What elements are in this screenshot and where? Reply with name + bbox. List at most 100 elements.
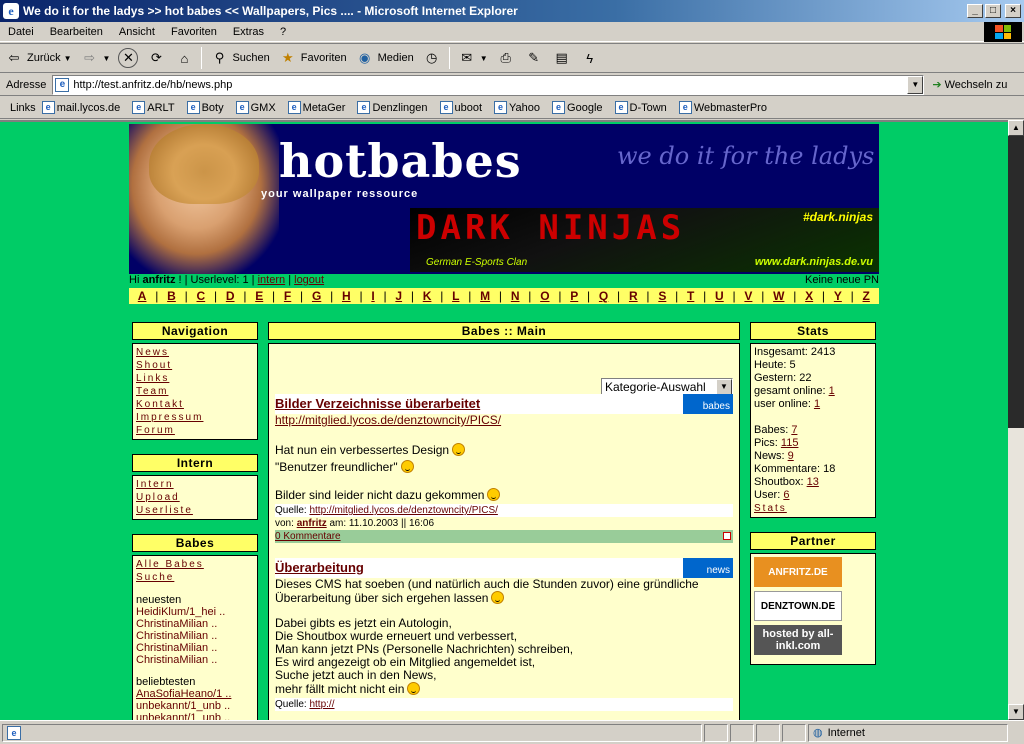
babes-search[interactable]: Suche — [136, 571, 254, 584]
nav-kontakt[interactable]: Kontakt — [136, 398, 254, 411]
alphabet-letter-q[interactable]: Q — [599, 289, 608, 303]
minimize-button[interactable]: _ — [967, 4, 983, 18]
alphabet-letter-z[interactable]: Z — [863, 289, 870, 303]
nav-impressum[interactable]: Impressum — [136, 411, 254, 424]
newest-item[interactable]: ChristinaMilian .. — [136, 630, 254, 642]
alphabet-letter-m[interactable]: M — [480, 289, 490, 303]
news-link[interactable]: http://mitglied.lycos.de/denztowncity/PI… — [275, 413, 501, 427]
intern-intern[interactable]: Intern — [136, 478, 254, 491]
scroll-down-button[interactable]: ▼ — [1008, 704, 1024, 720]
intern-userliste[interactable]: Userliste — [136, 504, 254, 517]
alphabet-letter-g[interactable]: G — [312, 289, 321, 303]
news-title[interactable]: Bilder Verzeichnisse überarbeitet — [275, 394, 733, 414]
forward-button[interactable]: ⇨ ▼ — [76, 45, 115, 71]
menu-datei[interactable]: Datei — [0, 26, 42, 38]
print-button[interactable]: ⎙ — [492, 45, 520, 71]
link-metager[interactable]: e MetaGer — [287, 101, 345, 114]
address-input[interactable]: e http://test.anfritz.de/hb/news.php ▼ — [52, 74, 925, 95]
alphabet-letter-u[interactable]: U — [715, 289, 724, 303]
newest-item[interactable]: ChristinaMilian .. — [136, 618, 254, 630]
go-button[interactable]: ➔ Wechseln zu — [932, 78, 1007, 92]
popular-item[interactable]: unbekannt/1_unb .. — [136, 700, 254, 712]
alphabet-letter-i[interactable]: I — [371, 289, 374, 303]
intern-link[interactable]: intern — [258, 274, 286, 286]
link-mail-lycos[interactable]: e mail.lycos.de — [41, 101, 120, 114]
close-button[interactable]: × — [1005, 4, 1021, 18]
partner-allinkl-banner[interactable]: hosted by all-inkl.com — [754, 625, 842, 655]
menu-extras[interactable]: Extras — [225, 26, 272, 38]
menu-bearbeiten[interactable]: Bearbeiten — [42, 26, 111, 38]
babes-all[interactable]: Alle Babes — [136, 558, 254, 571]
nav-news[interactable]: News — [136, 346, 254, 359]
nav-shout[interactable]: Shout — [136, 359, 254, 372]
mail-button[interactable]: ✉ ▼ — [453, 45, 492, 71]
link-webmasterpro[interactable]: e WebmasterPro — [678, 101, 767, 114]
newest-item[interactable]: HeidiKlum/1_hei .. — [136, 606, 254, 618]
link-yahoo[interactable]: e Yahoo — [494, 101, 540, 114]
alphabet-letter-x[interactable]: X — [805, 289, 813, 303]
nav-links[interactable]: Links — [136, 372, 254, 385]
address-dropdown-button[interactable]: ▼ — [907, 75, 924, 94]
alphabet-letter-p[interactable]: P — [570, 289, 578, 303]
menu-help[interactable]: ? — [272, 26, 294, 38]
scroll-thumb[interactable] — [1008, 136, 1024, 428]
home-button[interactable]: ⌂ — [170, 45, 198, 71]
link-dtown[interactable]: e D-Town — [614, 101, 667, 114]
delete-icon[interactable] — [723, 532, 731, 540]
stop-button[interactable]: ✕ — [114, 45, 142, 71]
alphabet-letter-h[interactable]: H — [342, 289, 351, 303]
scroll-up-button[interactable]: ▲ — [1008, 120, 1024, 136]
search-button[interactable]: ⚲ Suchen — [205, 45, 273, 71]
stat-user-online-link[interactable]: 1 — [814, 398, 820, 410]
link-google[interactable]: e Google — [552, 101, 603, 114]
alphabet-letter-c[interactable]: C — [197, 289, 206, 303]
stat-user-link[interactable]: 6 — [783, 489, 789, 501]
discuss-button[interactable]: ▤ — [548, 45, 576, 71]
stat-pics-link[interactable]: 115 — [781, 437, 799, 449]
intern-upload[interactable]: Upload — [136, 491, 254, 504]
stats-link[interactable]: Stats — [754, 502, 872, 515]
source-link[interactable]: http://mitglied.lycos.de/denztowncity/PI… — [309, 505, 497, 516]
alphabet-letter-y[interactable]: Y — [834, 289, 842, 303]
alphabet-letter-t[interactable]: T — [687, 289, 694, 303]
alphabet-letter-j[interactable]: J — [395, 289, 402, 303]
nav-forum[interactable]: Forum — [136, 424, 254, 437]
stat-online-link[interactable]: 1 — [829, 385, 835, 397]
messenger-button[interactable]: ϟ — [576, 45, 604, 71]
media-button[interactable]: ◉ Medien — [351, 45, 418, 71]
alphabet-letter-e[interactable]: E — [255, 289, 263, 303]
partner-anfritz-banner[interactable]: ANFRITZ.DE — [754, 557, 842, 587]
maximize-button[interactable]: □ — [985, 4, 1001, 18]
menu-favoriten[interactable]: Favoriten — [163, 26, 225, 38]
newest-item[interactable]: ChristinaMilian .. — [136, 642, 254, 654]
alphabet-letter-f[interactable]: F — [284, 289, 291, 303]
link-denzlingen[interactable]: e Denzlingen — [357, 101, 428, 114]
alphabet-letter-o[interactable]: O — [540, 289, 549, 303]
stat-shoutbox-link[interactable]: 13 — [807, 476, 819, 488]
logout-link[interactable]: logout — [294, 274, 324, 286]
alphabet-letter-a[interactable]: A — [138, 289, 147, 303]
refresh-button[interactable]: ⟳ — [142, 45, 170, 71]
nav-team[interactable]: Team — [136, 385, 254, 398]
link-uboot[interactable]: e uboot — [439, 101, 482, 114]
link-boty[interactable]: e Boty — [186, 101, 224, 114]
popular-item[interactable]: unbekannt/1_unb .. — [136, 712, 254, 720]
source-link[interactable]: http:// — [309, 699, 334, 710]
newest-item[interactable]: ChristinaMilian .. — [136, 654, 254, 666]
menu-ansicht[interactable]: Ansicht — [111, 26, 163, 38]
alphabet-letter-l[interactable]: L — [452, 289, 459, 303]
stat-babes-link[interactable]: 7 — [791, 424, 797, 436]
alphabet-letter-n[interactable]: N — [511, 289, 520, 303]
vertical-scrollbar[interactable]: ▲ ▼ — [1008, 120, 1024, 720]
partner-denztown-banner[interactable]: DENZTOWN.DE — [754, 591, 842, 621]
dark-ninjas-ad[interactable]: DARK NINJAS #dark.ninjas German E-Sports… — [410, 208, 879, 272]
comments-link[interactable]: 0 Kommentare — [275, 531, 341, 542]
link-gmx[interactable]: e GMX — [235, 101, 276, 114]
link-arlt[interactable]: e ARLT — [132, 101, 175, 114]
popular-item[interactable]: AnaSofiaHeano/1 .. — [136, 688, 254, 700]
alphabet-letter-b[interactable]: B — [167, 289, 176, 303]
alphabet-letter-k[interactable]: K — [423, 289, 432, 303]
alphabet-letter-v[interactable]: V — [744, 289, 752, 303]
favorites-button[interactable]: ★ Favoriten — [274, 45, 351, 71]
back-button[interactable]: ⇦ Zurück ▼ — [0, 45, 76, 71]
